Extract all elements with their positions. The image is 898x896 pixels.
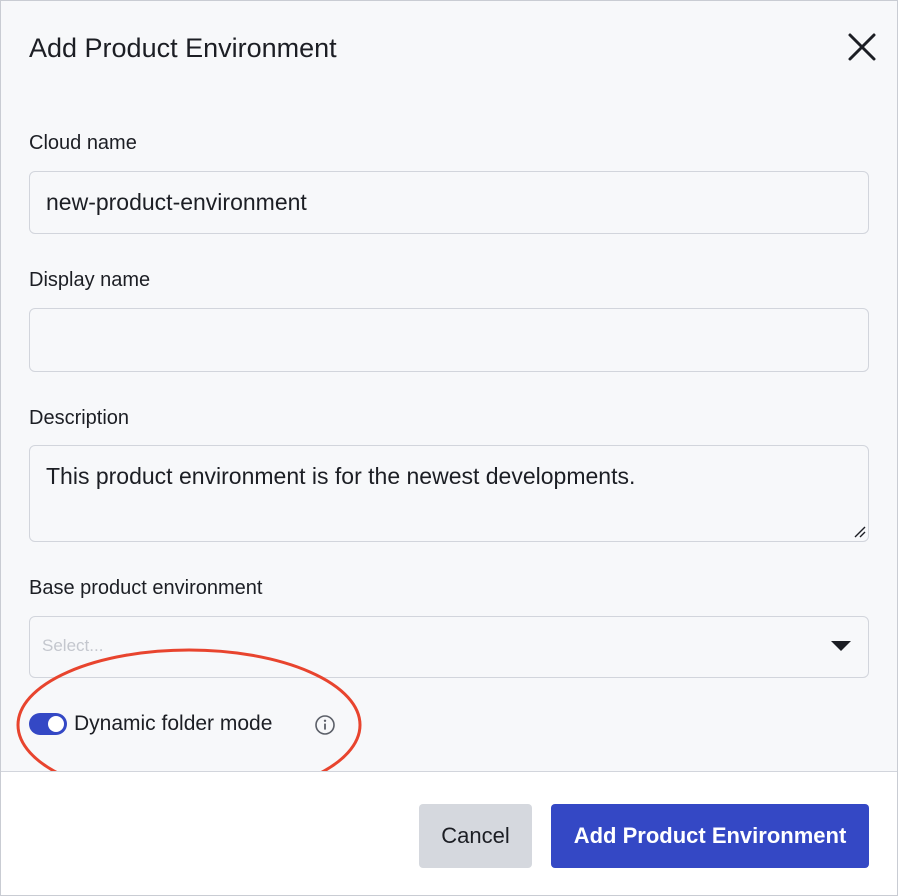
base-environment-placeholder: Select... bbox=[42, 636, 104, 655]
display-name-label: Display name bbox=[29, 269, 151, 291]
display-name-input[interactable] bbox=[29, 308, 869, 372]
dynamic-folder-label: Dynamic folder mode bbox=[74, 712, 273, 735]
add-product-environment-button[interactable]: Add Product Environment bbox=[551, 804, 869, 868]
cancel-button[interactable]: Cancel bbox=[419, 804, 532, 868]
base-environment-label: Base product environment bbox=[29, 577, 263, 599]
toggle-knob bbox=[48, 716, 64, 732]
close-button[interactable] bbox=[846, 31, 878, 63]
dialog-title: Add Product Environment bbox=[29, 33, 337, 63]
resize-grip-icon[interactable] bbox=[851, 523, 867, 539]
add-product-environment-dialog: Add Product Environment Cloud name Displ… bbox=[0, 0, 898, 896]
description-textarea[interactable]: This product environment is for the newe… bbox=[29, 445, 869, 542]
chevron-down-icon bbox=[831, 641, 851, 651]
base-environment-select[interactable] bbox=[29, 616, 869, 678]
description-label: Description bbox=[29, 407, 130, 429]
cloud-name-input[interactable] bbox=[29, 171, 869, 234]
dynamic-folder-toggle[interactable] bbox=[29, 713, 67, 735]
cloud-name-label: Cloud name bbox=[29, 132, 137, 154]
close-icon bbox=[848, 33, 876, 61]
info-icon[interactable] bbox=[314, 714, 336, 736]
